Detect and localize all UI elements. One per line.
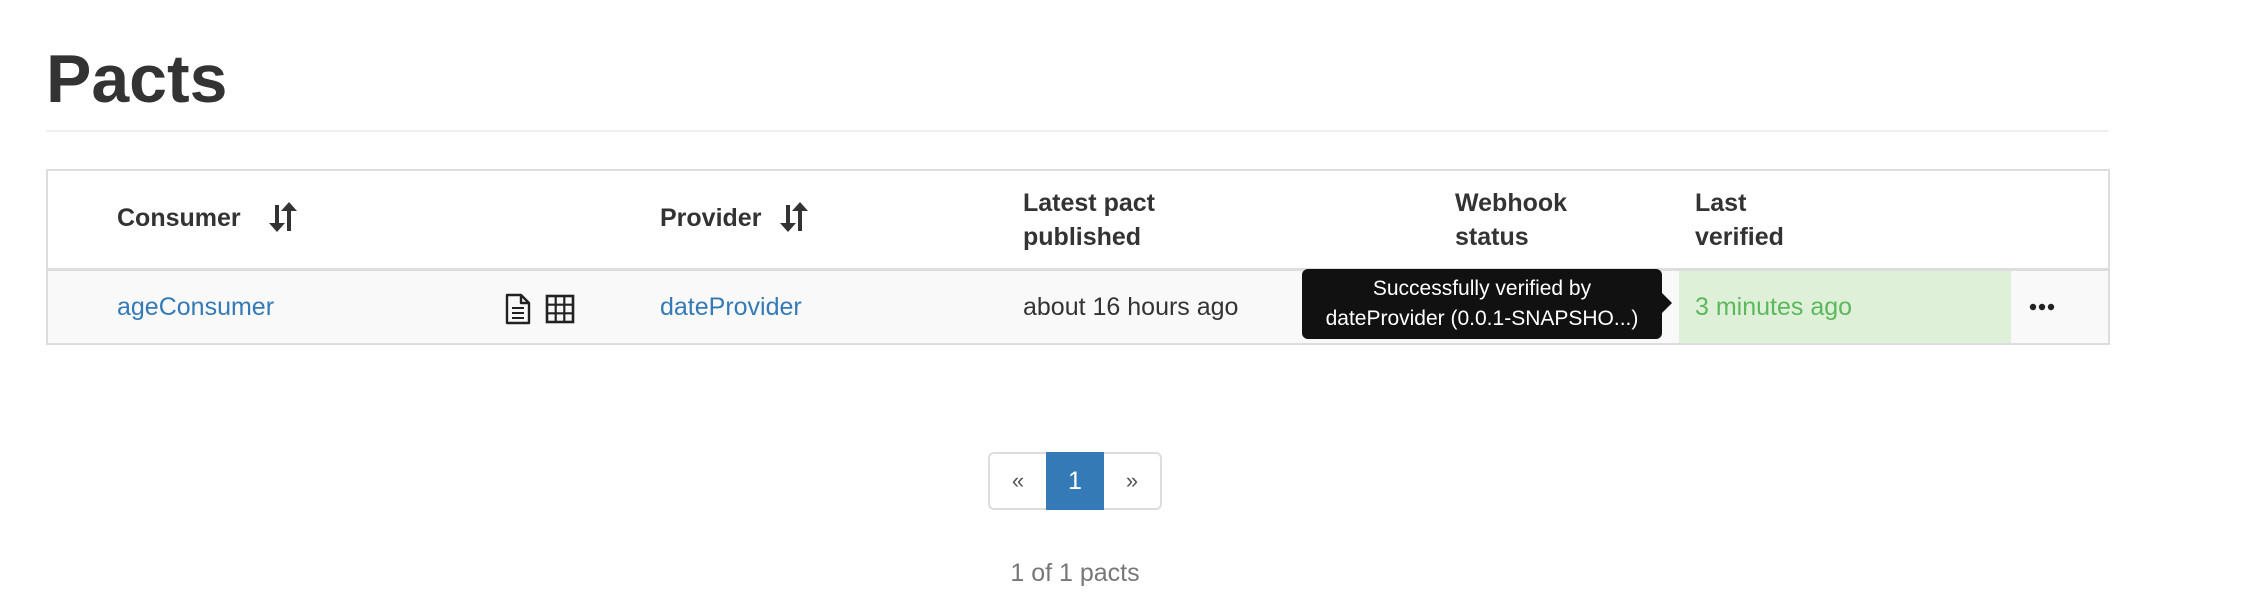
table-header: Consumer Provider Latest pact published … — [48, 171, 2108, 271]
provider-sort-icon[interactable] — [779, 201, 809, 235]
latest-pact-published: about 16 hours ago — [1023, 293, 1239, 321]
provider-link[interactable]: dateProvider — [660, 271, 802, 343]
pacts-count: 1 of 1 pacts — [1010, 559, 1140, 587]
prev-page-button[interactable]: « — [988, 452, 1046, 510]
page-title: Pacts — [46, 41, 228, 117]
table-row: ageConsumer dateProvider about 16 hours … — [48, 271, 2108, 343]
consumer-sort-icon[interactable] — [268, 201, 298, 235]
header-last-verified-line1: Last — [1695, 189, 1747, 217]
header-consumer[interactable]: Consumer — [117, 201, 241, 235]
next-page-button[interactable]: » — [1104, 452, 1162, 510]
ellipsis-icon[interactable] — [2028, 293, 2056, 321]
header-webhook-status: Webhook status — [1455, 186, 1567, 254]
consumer-link[interactable]: ageConsumer — [117, 271, 274, 343]
pagination: « 1 » — [988, 452, 1162, 510]
title-divider — [46, 130, 2108, 132]
pacts-page: Pacts Consumer Provider Latest pact publ… — [0, 0, 2254, 612]
last-verified-cell[interactable]: 3 minutes ago — [1679, 271, 2011, 343]
header-latest-pact: Latest pact published — [1023, 186, 1155, 254]
header-webhook-line2: status — [1455, 223, 1529, 251]
header-webhook-line1: Webhook — [1455, 189, 1568, 217]
header-provider[interactable]: Provider — [660, 201, 761, 235]
header-last-verified: Last verified — [1695, 186, 1784, 254]
tooltip-arrow — [1662, 293, 1672, 313]
tooltip-line2: dateProvider (0.0.1-SNAPSHO...) — [1325, 307, 1639, 330]
pacts-table: Consumer Provider Latest pact published … — [46, 169, 2110, 345]
tooltip-line1: Successfully verified by — [1372, 277, 1592, 300]
pact-document-icon[interactable] — [503, 293, 533, 325]
last-verified-text: 3 minutes ago — [1695, 293, 1853, 321]
verification-tooltip: Successfully verified by dateProvider (0… — [1302, 269, 1662, 339]
header-latest-pact-line2: published — [1023, 223, 1142, 251]
header-last-verified-line2: verified — [1695, 223, 1784, 251]
page-1-button[interactable]: 1 — [1046, 452, 1104, 510]
header-latest-pact-line1: Latest pact — [1023, 189, 1155, 217]
matrix-grid-icon[interactable] — [545, 293, 575, 325]
